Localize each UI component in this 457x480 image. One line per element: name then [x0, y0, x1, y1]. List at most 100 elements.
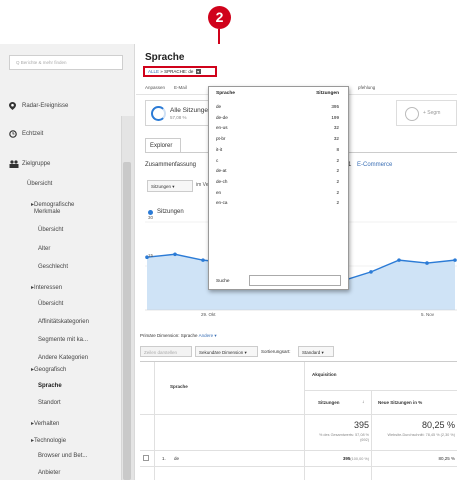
dropdown-item-sessions: 2: [336, 189, 339, 195]
sidebar-item-affinity[interactable]: Affinitätskategorien: [38, 319, 89, 325]
analytics-window: Q Berichte & mehr finden Radar-Ereigniss…: [0, 44, 457, 480]
column-divider: [304, 362, 305, 480]
sessions-point[interactable]: [173, 252, 177, 257]
row-divider: [140, 414, 457, 415]
column-header-new-sessions[interactable]: Neue Sitzungen in %: [378, 400, 422, 405]
breadcrumb-all-link[interactable]: ALLE: [148, 69, 159, 74]
sidebar-item-gender[interactable]: Geschlecht: [38, 264, 68, 270]
sidebar-scrollbar-thumb[interactable]: [123, 162, 131, 480]
row-divider: [304, 390, 457, 391]
dropdown-item-language[interactable]: en-us: [216, 125, 228, 130]
row-sessions: 395(100,00 %): [343, 456, 369, 461]
sort-type-label: Sortierungsart:: [261, 349, 291, 354]
group-header-acquisition: Akquisition: [312, 372, 337, 377]
row-sessions-pct: (100,00 %): [350, 457, 369, 461]
sort-type-select[interactable]: Standard ▾: [298, 346, 334, 357]
sessions-point[interactable]: [425, 261, 429, 265]
row-divider: [140, 466, 457, 467]
sidebar-item-demographics[interactable]: ▸Demografische: [31, 201, 74, 208]
sidebar-item-interests[interactable]: ▸Interessen: [31, 284, 62, 291]
column-header-sessions[interactable]: Sitzungen: [318, 400, 340, 405]
total-sessions-sub: % des Gesamtwerts: 57,08 % (692): [318, 433, 369, 442]
recommendation-button[interactable]: pfehlung: [358, 85, 375, 90]
sessions-point[interactable]: [453, 258, 457, 262]
dropdown-header-sessions: Sitzungen: [316, 91, 339, 96]
dropdown-search-input[interactable]: [249, 275, 341, 286]
total-sessions: 395: [353, 420, 369, 430]
main-panel: Sprache ALLE » SPRACHE: de ▾ Anpassen E-…: [136, 44, 457, 480]
dropdown-item-language[interactable]: it-it: [216, 147, 222, 152]
legend-label: Sitzungen: [157, 209, 184, 215]
dropdown-item-sessions: 32: [333, 136, 339, 142]
row-language-link[interactable]: de: [174, 456, 179, 461]
sort-arrow-icon[interactable]: ↓: [362, 399, 364, 404]
dropdown-item-sessions: 2: [336, 168, 339, 174]
dropdown-item-language[interactable]: de-ch: [216, 179, 228, 184]
sidebar-item-browser[interactable]: Browser und Bet...: [38, 453, 87, 459]
breadcrumb-dropdown-icon[interactable]: ▾: [195, 69, 201, 74]
sessions-point[interactable]: [201, 258, 205, 262]
audience-icon: [9, 160, 19, 168]
sidebar-item-radar[interactable]: Radar-Ereignisse: [22, 103, 68, 109]
add-segment-label: + Segm: [423, 110, 441, 116]
breadcrumb-current: SPRACHE: de: [164, 69, 194, 74]
x-tick-label: 5. Nov: [421, 312, 435, 317]
sidebar-item-other-categories[interactable]: Andere Kategorien: [38, 355, 88, 361]
sessions-point[interactable]: [397, 258, 401, 262]
dropdown-item-language[interactable]: de-at: [216, 168, 226, 173]
dropdown-item-language[interactable]: c: [216, 158, 218, 163]
breadcrumb-separator: »: [160, 69, 163, 74]
sidebar-item-segments[interactable]: Segmente mit ka...: [38, 337, 88, 343]
column-divider: [154, 362, 155, 480]
metric-select[interactable]: Sitzungen ▾: [147, 180, 193, 192]
sidebar-item-demographics-2[interactable]: Merkmale: [34, 209, 60, 215]
sidebar-item-int-overview[interactable]: Übersicht: [38, 301, 63, 307]
breadcrumb: ALLE » SPRACHE: de ▾: [143, 66, 217, 77]
dropdown-item-language[interactable]: de: [216, 104, 221, 109]
total-new-sessions-sub: Website-Durchschnitt: 78,45 % (2,30 %): [387, 433, 455, 437]
primary-dimension-other[interactable]: Andere ▾: [199, 333, 217, 338]
customize-button[interactable]: Anpassen: [145, 85, 165, 90]
compare-label[interactable]: im Ve: [196, 182, 209, 188]
sidebar-item-realtime[interactable]: Echtzeit: [22, 131, 43, 137]
dropdown-item-sessions: 2: [336, 157, 339, 163]
x-tick-label: 29. Okt: [201, 312, 216, 317]
tab-summary[interactable]: Zusammenfassung: [145, 162, 196, 168]
dropdown-item-language[interactable]: en: [216, 190, 221, 195]
total-new-sessions: 80,25 %: [421, 420, 455, 430]
secondary-dimension-select[interactable]: Sekundäre Dimension ▾: [195, 346, 258, 357]
sidebar-item-location[interactable]: Standort: [38, 400, 61, 406]
sidebar-search-input[interactable]: Q Berichte & mehr finden: [9, 55, 123, 70]
sidebar-item-provider[interactable]: Anbieter: [38, 470, 60, 476]
dropdown-item-language[interactable]: pt-br: [216, 136, 225, 141]
row-checkbox[interactable]: [143, 455, 149, 461]
row-divider: [140, 450, 457, 451]
dropdown-search-label: Suche: [216, 279, 230, 284]
dropdown-header-language: Sprache: [216, 91, 235, 96]
plot-rows-button[interactable]: Zeilen darstellen: [140, 346, 192, 357]
sidebar-item-audience[interactable]: Zielgruppe: [22, 161, 50, 167]
data-table: Sprache Akquisition Sitzungen ↓ Neue Sit…: [140, 361, 457, 480]
dropdown-item-language[interactable]: de-de: [216, 115, 228, 120]
add-segment-card[interactable]: + Segm: [396, 100, 457, 126]
y-tick-label: 30: [148, 215, 154, 220]
email-button[interactable]: E-Mail: [174, 85, 187, 90]
sidebar-item-demo-overview[interactable]: Übersicht: [38, 227, 63, 233]
primary-dimension-label: Primäre Dimension:: [140, 333, 180, 338]
row-new-sessions: 80,25 %: [438, 456, 455, 461]
tab-ecommerce[interactable]: E-Commerce: [357, 162, 392, 168]
sidebar-item-technology[interactable]: ▸Technologie: [31, 437, 66, 444]
tab-explorer[interactable]: Explorer: [145, 138, 181, 152]
column-header-language[interactable]: Sprache: [170, 384, 188, 389]
dropdown-item-sessions: 32: [333, 125, 339, 131]
sidebar-item-behavior[interactable]: ▸Verhalten: [31, 420, 59, 427]
dropdown-item-language[interactable]: en-ca: [216, 200, 228, 205]
sidebar-item-age[interactable]: Alter: [38, 246, 50, 252]
sidebar-item-language[interactable]: Sprache: [38, 383, 62, 389]
sidebar-item-geo[interactable]: ▸Geografisch: [31, 366, 66, 373]
primary-dimension-value[interactable]: Sprache: [181, 333, 198, 338]
sidebar-item-overview[interactable]: Übersicht: [27, 181, 52, 187]
sessions-point[interactable]: [369, 270, 373, 274]
callout-marker: 2: [208, 6, 231, 29]
page-title: Sprache: [145, 52, 185, 63]
